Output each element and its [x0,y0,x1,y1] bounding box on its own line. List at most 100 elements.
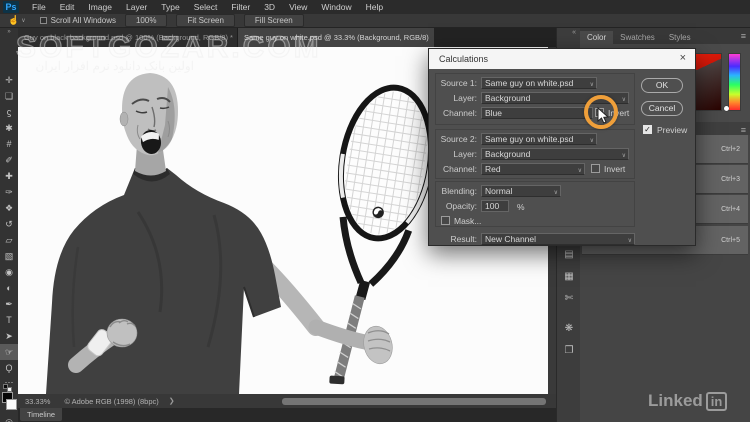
dodge-tool[interactable]: ◐ [0,280,18,296]
mask-label: Mask... [454,216,482,226]
tools-panel: » ✛ ❏ ϛ ✱ # ✐ ✚ ✑ ❖ ↺ ▱ ▧ ◉ ◐ ✒ T ➤ ☞ Ϙ … [0,28,18,422]
scroll-all-windows-label: Scroll All Windows [50,16,116,25]
layer2-label: Layer: [453,149,477,159]
channel-shortcut: Ctrl+3 [721,176,740,183]
source2-label: Source 2: [440,134,477,144]
color-profile-text: © Adobe RGB (1998) (8bpc) [64,396,159,406]
histogram-panel-icon[interactable]: ▤ [557,246,581,264]
ok-button[interactable]: OK [641,78,683,93]
menu-filter[interactable]: Filter [224,0,257,14]
preview-checkbox[interactable]: ✓ [643,125,652,134]
eraser-tool[interactable]: ▱ [0,232,18,248]
photoshop-logo: Ps [3,1,19,13]
opacity-unit: % [517,202,525,212]
source1-label: Source 1: [440,78,477,88]
result-dropdown[interactable]: New Channel ∨ [481,233,635,245]
menu-image[interactable]: Image [81,0,119,14]
menu-select[interactable]: Select [187,0,225,14]
mouse-cursor [597,107,609,124]
layer2-dropdown[interactable]: Background ∨ [481,148,629,160]
close-icon[interactable]: × [680,52,686,64]
timeline-bar: Timeline [18,408,556,422]
default-colors-icon[interactable] [3,384,13,392]
scroll-all-windows-checkbox[interactable] [39,17,47,24]
fill-screen-button[interactable]: Fill Screen [243,14,304,27]
menu-layer[interactable]: Layer [119,0,154,14]
pen-tool[interactable]: ✒ [0,296,18,312]
hand-tool[interactable]: ☞ [0,344,18,360]
layer-comps-panel-icon[interactable]: ❐ [557,342,581,360]
menu-3d[interactable]: 3D [257,0,282,14]
clone-source-panel-icon[interactable]: ✄ [557,290,581,308]
zoom-level[interactable]: 33.33% [25,397,50,406]
opacity-label: Opacity: [445,201,477,211]
info-panel-icon[interactable]: ▦ [557,268,581,286]
menu-view[interactable]: View [282,0,314,14]
gradient-tool[interactable]: ▧ [0,248,18,264]
opacity-input[interactable] [481,200,509,212]
channels-menu-icon[interactable]: ≡ [741,125,746,135]
tool-preset-caret-icon[interactable]: ∨ [21,17,25,24]
fit-screen-button[interactable]: Fit Screen [176,14,235,27]
lasso-tool[interactable]: ϛ [0,104,18,120]
hand-tool-icon: ☝ [8,15,20,25]
crop-tool[interactable]: # [0,136,18,152]
move-tool[interactable]: ✛ [0,72,18,88]
mask-checkbox[interactable] [441,216,450,225]
tab-styles[interactable]: Styles [662,31,698,44]
channel2-dropdown[interactable]: Red ∨ [481,163,585,175]
status-options-arrow-icon[interactable]: ❯ [169,397,175,405]
spot-healing-tool[interactable]: ✚ [0,168,18,184]
type-tool[interactable]: T [0,312,18,328]
dialog-title[interactable]: Calculations [429,49,695,69]
blur-tool[interactable]: ◉ [0,264,18,280]
cancel-button[interactable]: Cancel [641,101,683,116]
blending-label: Blending: [441,186,477,196]
quick-mask-icon[interactable]: ◎ [0,414,18,422]
status-bar: 33.33% © Adobe RGB (1998) (8bpc) ❯ [18,394,556,408]
source1-dropdown[interactable]: Same guy on white.psd ∨ [481,77,597,89]
menu-edit[interactable]: Edit [53,0,82,14]
layer1-label: Layer: [453,93,477,103]
panel-menu-icon[interactable]: ≡ [741,31,746,41]
linkedin-in-icon: in [705,391,728,411]
source2-dropdown[interactable]: Same guy on white.psd ∨ [481,133,597,145]
blending-dropdown[interactable]: Normal ∨ [481,185,561,197]
clone-stamp-tool[interactable]: ❖ [0,200,18,216]
eyedropper-tool[interactable]: ✐ [0,152,18,168]
brush-tool[interactable]: ✑ [0,184,18,200]
channel-shortcut: Ctrl+5 [721,237,740,244]
tab-swatches[interactable]: Swatches [613,31,662,44]
menu-bar: Ps File Edit Image Layer Type Select Fil… [0,0,750,14]
path-selection-tool[interactable]: ➤ [0,328,18,344]
hue-slider[interactable] [728,53,741,111]
background-color-swatch[interactable] [6,399,17,410]
adjustments-panel-icon[interactable]: ❋ [557,320,581,338]
history-brush-tool[interactable]: ↺ [0,216,18,232]
horizontal-scrollbar[interactable] [282,398,546,405]
photoshop-window: Ps File Edit Image Layer Type Select Fil… [0,0,750,422]
hue-slider-handle[interactable] [724,106,729,111]
actual-pixels-button[interactable]: 100% [124,14,168,27]
invert2-checkbox[interactable] [591,164,600,173]
linkedin-wordmark: Linked [648,391,703,410]
menu-help[interactable]: Help [359,0,390,14]
marquee-tool[interactable]: ❏ [0,88,18,104]
menu-type[interactable]: Type [154,0,186,14]
timeline-tab[interactable]: Timeline [20,408,63,421]
tab-color[interactable]: Color [580,31,614,44]
invert2-label: Invert [604,164,626,174]
color-swatches[interactable] [1,392,17,412]
channel-shortcut: Ctrl+4 [721,206,740,213]
preview-label: Preview [657,125,688,135]
linkedin-logo: Linked in [648,391,728,411]
options-bar: ☝ ∨ Scroll All Windows 100% Fit Screen F… [0,14,750,28]
channel1-label: Channel: [442,108,477,118]
panel-tab-bar: Color Swatches Styles ≡ [580,28,750,44]
result-label: Result: [450,234,477,244]
quick-selection-tool[interactable]: ✱ [0,120,18,136]
channel1-dropdown[interactable]: Blue [481,107,593,119]
menu-file[interactable]: File [25,0,53,14]
menu-window[interactable]: Window [314,0,358,14]
calculations-dialog: Calculations × Source 1: Same guy on whi… [428,48,696,246]
